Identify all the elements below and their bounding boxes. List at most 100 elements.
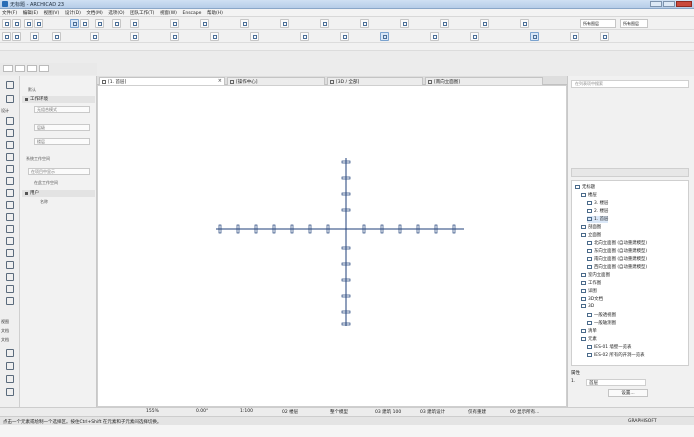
spline-tool-icon[interactable] [600,32,609,41]
tree-item[interactable]: 东向立面图 (自动重建模型) [587,248,647,255]
align-icon[interactable] [280,19,289,28]
menu-window[interactable]: 视窗(W) [158,9,179,17]
object-tool-icon[interactable] [250,32,259,41]
tree-item[interactable]: 清单 [581,328,597,335]
tree-item[interactable]: 2. 楼层 [587,208,608,215]
mesh-icon[interactable] [4,296,15,305]
offset-icon[interactable] [320,19,329,28]
structure-display[interactable]: 00 显示所有... [510,409,539,415]
label-icon[interactable] [4,387,15,396]
minimize-button[interactable] [650,1,662,7]
tree-item[interactable]: 一般透视图 [587,312,616,319]
stair-tool-icon[interactable] [170,32,179,41]
combo-mode-field[interactable]: 无组合模式 [34,106,90,113]
tree-item[interactable]: IES-02 所有的开洞一览表 [587,352,645,359]
tree-item[interactable]: 室内立面图 [581,272,610,279]
angle-value[interactable]: 0.00° [196,409,208,414]
pen-set-dropdown[interactable]: 所有图层 [620,19,648,28]
navigator-search[interactable]: 在列表项中搜索 [571,80,689,88]
zone-tool-icon[interactable] [210,32,219,41]
story-field[interactable]: 楼层 [34,138,90,145]
renovation-filter[interactable]: 仅有重建 [468,409,486,415]
level-field[interactable]: 层级 [34,124,90,131]
menu-view[interactable]: 视图(V) [42,9,62,17]
tree-item[interactable]: 3. 楼层 [587,200,608,207]
undo-icon[interactable] [2,19,11,28]
explode-icon[interactable] [440,19,449,28]
dimension-tool-icon[interactable] [300,32,309,41]
menu-document[interactable]: 文档(M) [84,9,104,17]
menu-help[interactable]: 帮助(H) [205,9,225,17]
resize-icon[interactable] [400,19,409,28]
next-icon[interactable] [27,65,37,72]
door-tool-icon[interactable] [12,32,21,41]
pick-up-icon[interactable] [24,19,33,28]
tree-item[interactable]: 工作图 [581,280,601,287]
guideline-icon[interactable] [112,19,121,28]
level-icon[interactable] [4,361,15,370]
magic-wand-icon[interactable] [95,19,104,28]
tree-item[interactable]: 剖面图 [581,224,601,231]
layer-combination[interactable]: 02 楼层 [282,409,298,415]
trim-icon[interactable] [200,19,209,28]
tree-item[interactable]: 3D [581,304,594,311]
shell-icon[interactable] [4,212,15,221]
tree-item[interactable]: 元素 [581,336,597,343]
redo-icon[interactable] [12,19,21,28]
layer-combination-dropdown[interactable]: 所有图层 [580,19,616,28]
grid-snap-icon[interactable] [130,19,139,28]
line-tool-icon[interactable] [470,32,479,41]
section-icon[interactable] [480,19,489,28]
tree-item[interactable]: 南向立面图 (自动重建模型) [587,256,647,263]
tree-item[interactable]: 一般轴测图 [587,320,616,327]
tab-3d-all[interactable]: [3D / 全部] [327,77,423,85]
marquee-select-icon[interactable] [4,94,15,103]
wall-tool-icon[interactable] [2,32,11,41]
polyline-tool-icon[interactable] [570,32,579,41]
tree-item[interactable]: 楼层 [581,192,597,199]
floor-plan-canvas[interactable] [97,85,567,407]
slab-tool-icon[interactable] [90,32,99,41]
column-tool-icon[interactable] [52,32,61,41]
text-icon[interactable] [4,374,15,383]
maximize-button[interactable] [663,1,675,7]
work-env-value[interactable]: 在项目中显示 [28,168,90,175]
object-icon[interactable] [4,152,15,161]
menu-edit[interactable]: 编辑(E) [21,9,40,17]
fill-tool-icon[interactable] [430,32,439,41]
text-tool-icon[interactable] [340,32,349,41]
user-item[interactable]: 名称 [40,199,48,205]
tab-first-floor[interactable]: [1. 首层] × [99,77,225,85]
dimension-standard[interactable]: 03 建筑设计 [420,409,445,415]
slab-icon[interactable] [4,188,15,197]
beam-icon[interactable] [4,176,15,185]
forward-icon[interactable] [15,65,25,72]
arc-tool-icon[interactable] [530,32,539,41]
settings-button[interactable]: 设置... [608,389,648,397]
split-icon[interactable] [240,19,249,28]
column-icon[interactable] [4,164,15,173]
tab-action-center[interactable]: [操作中心] [227,77,325,85]
menu-teamwork[interactable]: 团队工作(T) [128,9,156,17]
close-button[interactable] [676,1,692,7]
menu-file[interactable]: 文件(F) [0,9,19,17]
work-env-header[interactable]: 工作环境 [22,96,95,103]
skylight-icon[interactable] [4,224,15,233]
zoom-value[interactable]: 155% [146,409,159,414]
door-icon[interactable] [4,128,15,137]
tree-item[interactable]: 3D文档 [581,296,603,303]
curtain-wall-icon[interactable] [4,236,15,245]
back-icon[interactable] [3,65,13,72]
tree-item[interactable]: 详图 [581,288,597,295]
tab-south-elevation[interactable]: [南向立面图] [425,77,543,85]
roof-icon[interactable] [4,200,15,209]
3d-view-icon[interactable] [520,19,529,28]
tree-item[interactable]: 立面图 [581,232,601,239]
tree-item[interactable]: 无标题 [575,184,595,191]
menu-enscape[interactable]: Enscape [181,10,204,17]
tree-item[interactable]: 1. 首层 [587,216,609,223]
morph-icon[interactable] [4,272,15,281]
wall-icon[interactable] [4,116,15,125]
rotate-icon[interactable] [360,19,369,28]
window-tool-icon[interactable] [30,32,39,41]
